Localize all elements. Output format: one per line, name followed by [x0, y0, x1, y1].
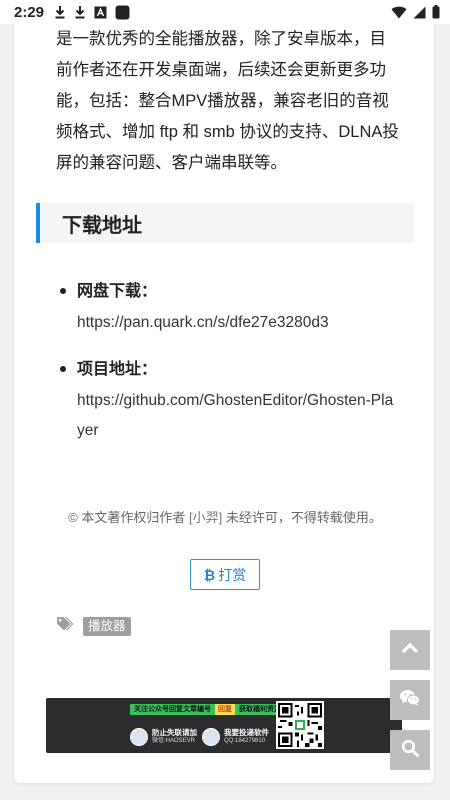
copyright-prefix: © 本文著作权归作者 [68, 510, 186, 525]
copyright-author: [小羿] [188, 510, 223, 525]
wechat-button[interactable] [390, 680, 430, 720]
article-intro-text: 是一款优秀的全能播放器，除了安卓版本，目前作者还在开发桌面端，后续还会更新更多功… [56, 30, 399, 172]
download-icon [54, 5, 66, 19]
back-to-top-button[interactable] [390, 630, 430, 670]
banner-contact-wechat: 防止失联请加 微信:HAOSEVR [130, 728, 197, 746]
project-link[interactable]: https://github.com/GhostenEditor/Ghosten… [77, 386, 400, 446]
download-item-label: 网盘下载： [77, 283, 158, 300]
copyright-notice: © 本文著作权归作者 [小羿] 未经许可，不得转载使用。 [0, 507, 450, 526]
wechat-icon [399, 689, 421, 712]
tags-icon [56, 616, 74, 637]
bullet-dot [60, 366, 66, 372]
cloud-download-link[interactable]: https://pan.quark.cn/s/dfe27e3280d3 [77, 308, 400, 338]
signal-icon [413, 6, 426, 19]
a-icon [94, 6, 107, 19]
square-icon [115, 5, 130, 20]
download-icon [74, 5, 86, 19]
download-list: 网盘下载： https://pan.quark.cn/s/dfe27e3280d… [60, 276, 400, 462]
avatar [202, 728, 220, 746]
banner-left-sub: 微信:HAOSEVR [152, 738, 196, 744]
search-icon [401, 739, 419, 762]
tags-row: 播放器 [56, 616, 131, 637]
status-time: 2:29 [14, 3, 45, 21]
status-bar: 2:29 [0, 0, 450, 24]
reward-button[interactable]: ₿ 打赏 [190, 559, 260, 590]
bullet-dot [60, 288, 66, 294]
section-heading-download: 下载地址 [36, 203, 414, 243]
system-icons [391, 5, 440, 19]
promo-banner[interactable]: 关注公众号回复文章编号 回复 获取福利资源 防止失联请加 微信:HAOSEVR … [46, 698, 402, 753]
banner-contact-qq: 我要投递软件 QQ:184279810 [202, 728, 269, 746]
search-button[interactable] [390, 730, 430, 770]
tag-chip[interactable]: 播放器 [83, 617, 131, 636]
avatar [130, 728, 148, 746]
banner-right-sub: QQ:184279810 [224, 738, 266, 744]
battery-icon [432, 5, 440, 19]
download-item-label: 项目地址： [77, 361, 158, 378]
qr-code-icon [276, 701, 324, 749]
reward-button-label: 打赏 [218, 566, 247, 583]
banner-headline-left: 关注公众号回复文章编号 [130, 704, 215, 715]
bitcoin-icon: ₿ [203, 566, 216, 583]
notification-icons [54, 5, 130, 20]
banner-left-title: 防止失联请加 [152, 728, 197, 737]
banner-headline-mid: 回复 [215, 704, 235, 715]
banner-right-title: 我要投递软件 [224, 728, 269, 737]
download-item-project: 项目地址： https://github.com/GhostenEditor/G… [60, 354, 400, 446]
chevron-up-icon [401, 641, 419, 659]
wifi-icon [391, 6, 407, 19]
download-item-cloud: 网盘下载： https://pan.quark.cn/s/dfe27e3280d… [60, 276, 400, 338]
banner-headline: 关注公众号回复文章编号 回复 获取福利资源 [130, 704, 285, 715]
copyright-suffix: 未经许可，不得转载使用。 [225, 510, 382, 525]
